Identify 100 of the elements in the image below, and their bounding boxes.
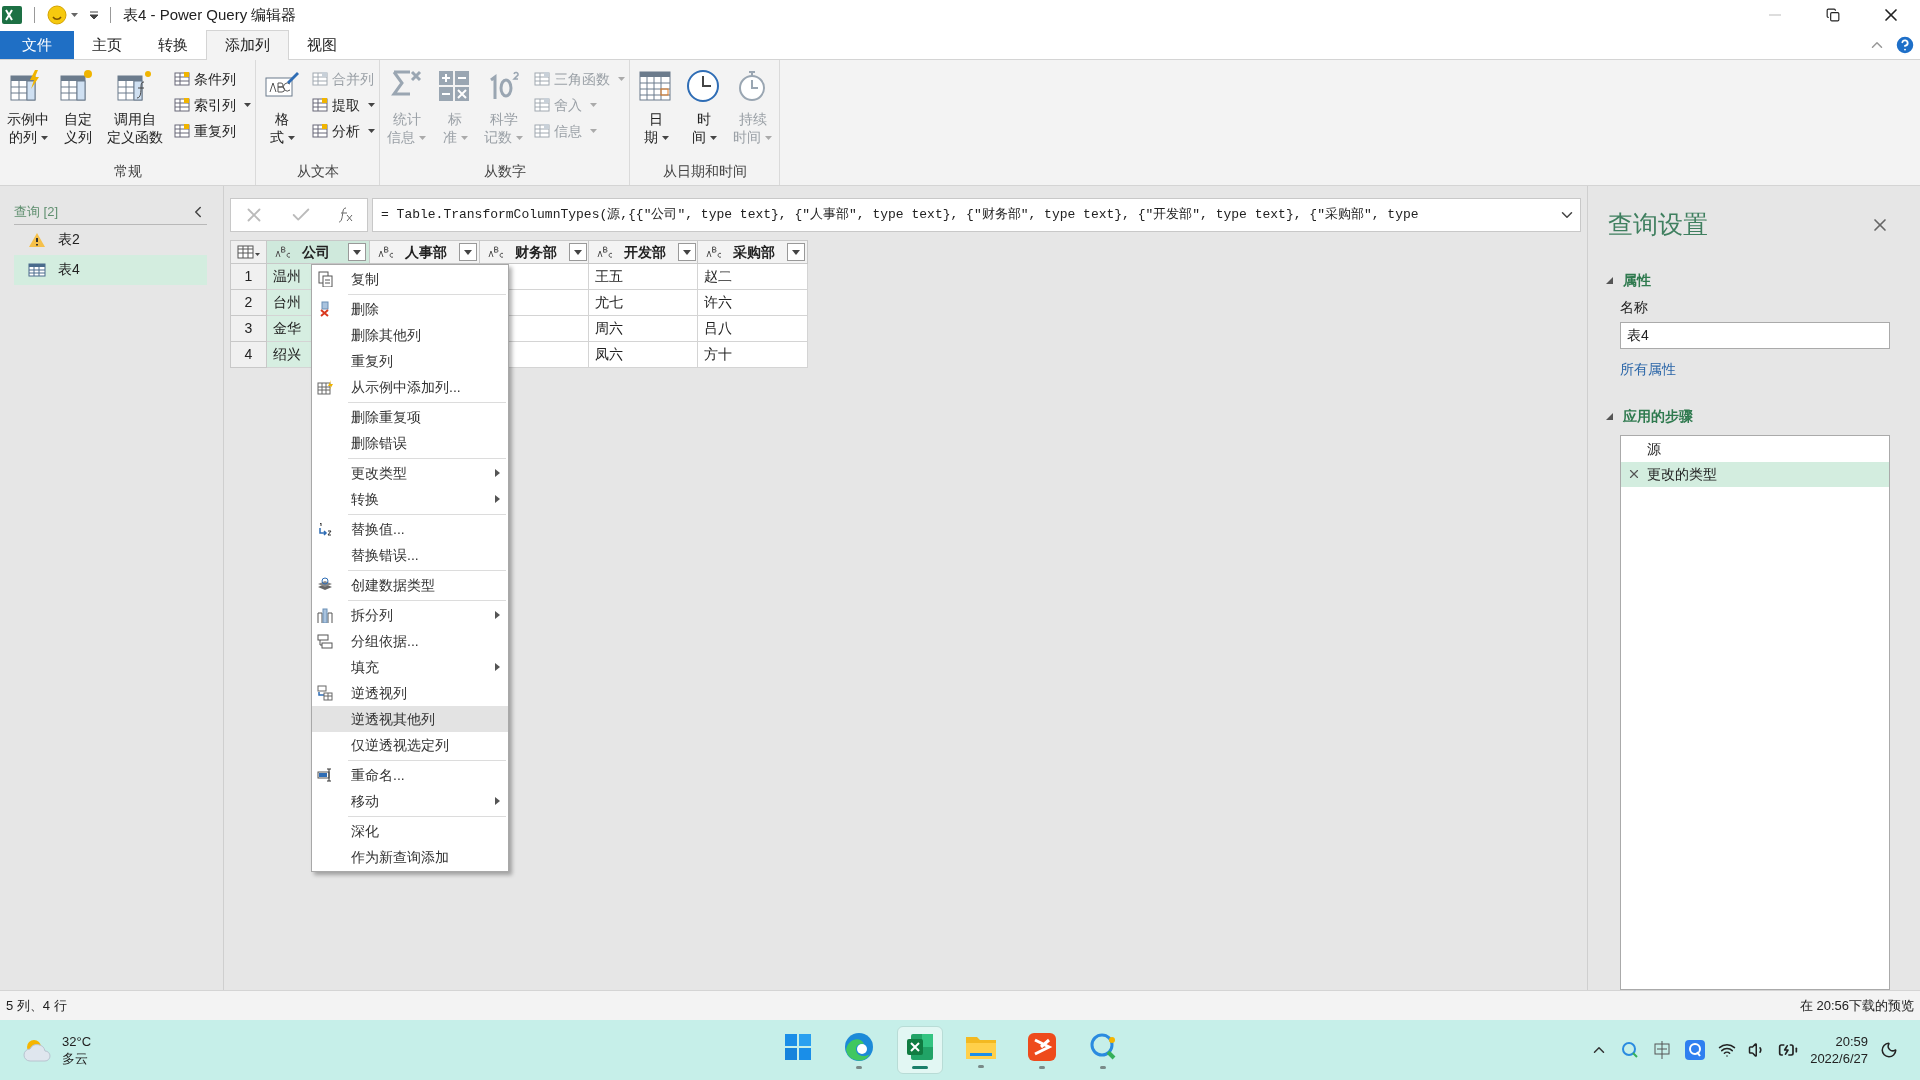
delete-step-icon[interactable]: [1627, 467, 1641, 481]
column-header[interactable]: 采购部: [698, 240, 808, 264]
small-ribbon-button[interactable]: 分析: [312, 120, 375, 142]
menu-item[interactable]: 从示例中添加列...: [312, 374, 508, 400]
menu-item[interactable]: 更改类型: [312, 460, 508, 486]
media-app-icon: [1026, 1031, 1057, 1062]
taskbar-app[interactable]: [896, 1026, 943, 1074]
name-field[interactable]: 表4: [1620, 321, 1890, 349]
group-label: 从文本: [295, 162, 340, 181]
tray-app-icon[interactable]: [1684, 1039, 1707, 1061]
menu-item[interactable]: 删除重复项: [312, 404, 508, 430]
ribbon-button[interactable]: 日期: [634, 68, 678, 146]
menu-item[interactable]: 拆分列: [312, 602, 508, 628]
column-title: 采购部: [733, 242, 775, 262]
ribbon-button[interactable]: 示例中的列: [4, 68, 52, 146]
small-table-icon: [174, 71, 190, 87]
copy-icon: [318, 271, 333, 287]
step-item[interactable]: 更改的类型: [1621, 461, 1889, 487]
layers-icon: [318, 577, 332, 590]
text-type-icon: [273, 244, 293, 260]
column-filter-button[interactable]: [348, 243, 366, 261]
ribbon-button[interactable]: 自定义列: [56, 68, 100, 146]
expand-triangle-icon[interactable]: [1606, 412, 1613, 420]
ribbon-button[interactable]: 格式: [260, 68, 304, 146]
small-ribbon-button[interactable]: 条件列: [174, 68, 251, 90]
table-cell: 尤七: [589, 290, 698, 316]
caret-icon: [353, 249, 361, 255]
caret-icon[interactable]: [71, 13, 78, 17]
menu-item[interactable]: 重命名...: [312, 762, 508, 788]
clock-time[interactable]: 20:59: [1835, 1033, 1868, 1050]
caret-icon: [574, 249, 582, 255]
table-cell: 吕八: [698, 316, 808, 342]
menu-item[interactable]: 转换: [312, 486, 508, 512]
table-cell: 王五: [589, 264, 698, 290]
browser-icon: [843, 1031, 874, 1062]
small-ribbon-button[interactable]: 重复列: [174, 120, 251, 142]
menu-item[interactable]: 创建数据类型: [312, 572, 508, 598]
file-tab[interactable]: 文件: [0, 31, 74, 59]
column-filter-button[interactable]: [569, 243, 587, 261]
formula-field[interactable]: = Table.TransformColumnTypes(源,{{"公司", type text}, {"人事部", type text}, {"财务部", type text}, {"开发部", type text}, {"采购部", type: [372, 198, 1581, 232]
minimize-icon: [1769, 14, 1781, 16]
column-header[interactable]: 财务部: [480, 240, 589, 264]
text-type-icon: [595, 244, 615, 260]
function-icon[interactable]: [336, 206, 355, 224]
expand-triangle-icon[interactable]: [1606, 276, 1613, 284]
restore-icon: [1826, 8, 1840, 22]
all-properties-link[interactable]: 所有属性: [1620, 358, 1890, 380]
column-title: 人事部: [405, 242, 447, 262]
menu-item[interactable]: 删除错误: [312, 430, 508, 456]
query-item[interactable]: 表2: [14, 224, 207, 255]
menu-item[interactable]: 分组依据...: [312, 628, 508, 654]
column-filter-button[interactable]: [459, 243, 477, 261]
menu-item[interactable]: 逆透视其他列: [312, 706, 508, 732]
column-header[interactable]: 公司: [267, 240, 370, 264]
smiley-icon[interactable]: [47, 5, 67, 25]
warning-icon: [28, 231, 46, 248]
column-filter-button[interactable]: [787, 243, 805, 261]
small-ribbon-button[interactable]: 提取: [312, 94, 375, 116]
menu-item[interactable]: 填充: [312, 654, 508, 680]
table-cell: 许六: [698, 290, 808, 316]
menu-item[interactable]: 替换错误...: [312, 542, 508, 568]
menu-item[interactable]: 深化: [312, 818, 508, 844]
table-cell: 赵二: [698, 264, 808, 290]
menu-item[interactable]: 仅逆透视选定列: [312, 732, 508, 758]
small-table-icon: [174, 123, 190, 139]
field-label: 名称: [1620, 297, 1649, 317]
ribbon-tab[interactable]: 主页: [74, 31, 140, 59]
menu-item[interactable]: 替换值...: [312, 516, 508, 542]
text-type-icon: [486, 244, 506, 260]
column-header[interactable]: 人事部: [370, 240, 480, 264]
menu-item[interactable]: 逆透视列: [312, 680, 508, 706]
small-ribbon-button[interactable]: 索引列: [174, 94, 251, 116]
table-menu-header[interactable]: [230, 240, 267, 264]
ribbon-tab[interactable]: 添加列: [206, 30, 289, 60]
ribbon-button[interactable]: 时间: [682, 68, 726, 146]
focus-moon-icon[interactable]: [1880, 1041, 1898, 1059]
spreadsheet-app-icon: [904, 1031, 935, 1062]
step-item[interactable]: 源: [1621, 436, 1889, 462]
ribbon-tab[interactable]: 转换: [140, 31, 206, 59]
quick-access-menu-icon[interactable]: [90, 11, 98, 19]
split-column-icon: [317, 608, 333, 623]
ribbon-button[interactable]: 调用自定义函数: [104, 68, 166, 146]
column-header[interactable]: 开发部: [589, 240, 698, 264]
column-title: 财务部: [515, 242, 557, 262]
clock-date[interactable]: 2022/6/27: [1810, 1050, 1868, 1067]
unpivot-icon: [317, 685, 333, 701]
query-item[interactable]: 表4: [14, 254, 207, 285]
input-method-icon[interactable]: [1652, 1040, 1673, 1060]
group-label: 从日期和时间: [661, 162, 748, 181]
wifi-icon[interactable]: [1718, 1041, 1737, 1059]
caret-icon: [464, 249, 472, 255]
ribbon-tab[interactable]: 视图: [289, 31, 355, 59]
column-filter-button[interactable]: [678, 243, 696, 261]
help-icon[interactable]: [1894, 33, 1916, 56]
menu-item[interactable]: 作为新查询添加: [312, 844, 508, 870]
menu-item[interactable]: 移动: [312, 788, 508, 814]
section-heading: 属性: [1623, 270, 1651, 290]
delete-icon: [320, 301, 329, 317]
caret-icon: [683, 249, 691, 255]
small-table-icon: [534, 123, 550, 139]
